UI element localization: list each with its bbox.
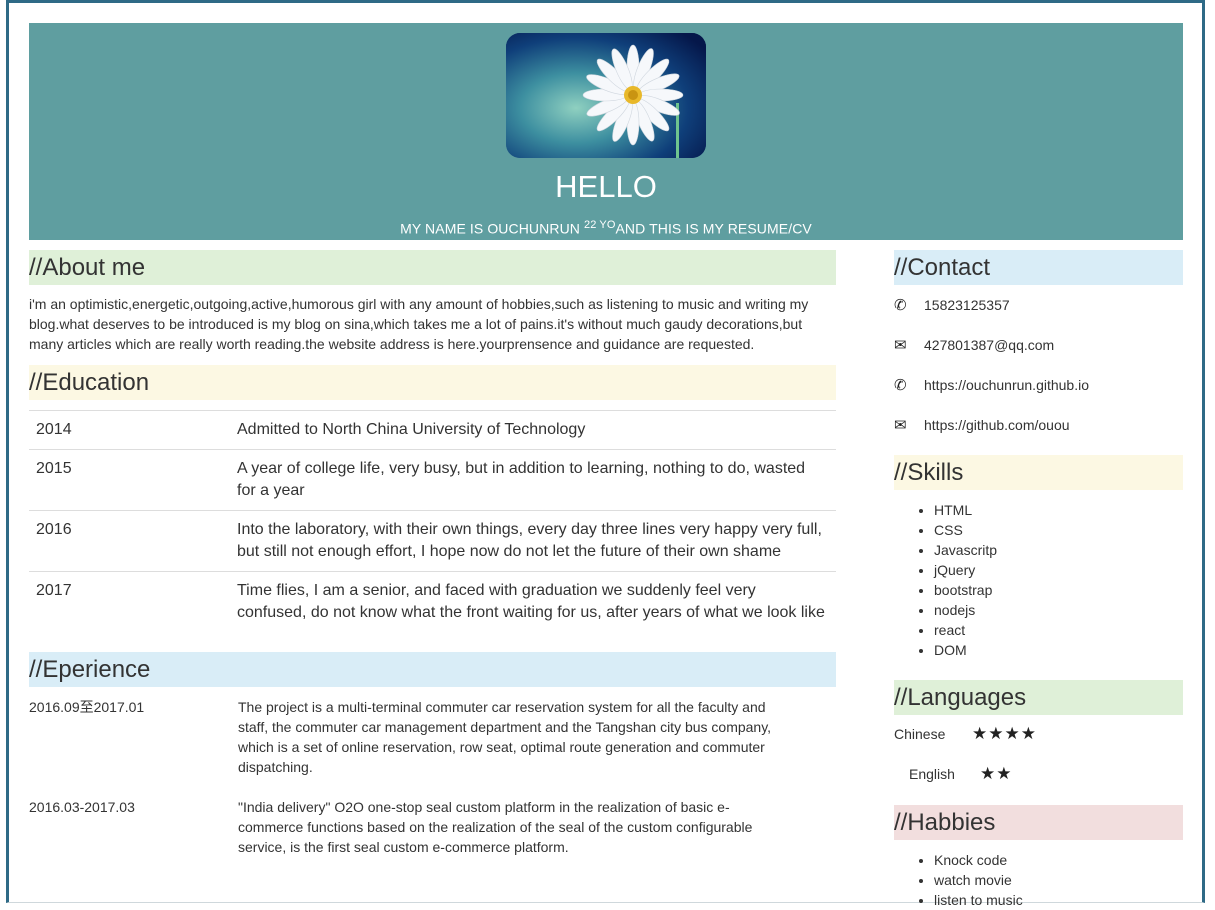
education-table: 2014 Admitted to North China University … bbox=[29, 410, 836, 632]
list-item: listen to music bbox=[934, 890, 1023, 910]
skills-list: HTML CSS Javascritp jQuery bootstrap nod… bbox=[894, 500, 997, 660]
list-item: jQuery bbox=[934, 560, 997, 580]
list-item: watch movie bbox=[934, 870, 1023, 890]
subtitle-suffix: AND THIS IS MY RESUME/CV bbox=[615, 220, 812, 237]
list-item: nodejs bbox=[934, 600, 997, 620]
edu-text: Time flies, I am a senior, and faced wit… bbox=[230, 571, 836, 632]
edu-text: Admitted to North China University of Te… bbox=[230, 410, 836, 450]
language-row-chinese: Chinese ★★★★ bbox=[894, 724, 1037, 744]
list-item: DOM bbox=[934, 640, 997, 660]
contact-github: ✉ https://github.com/ouou bbox=[894, 415, 1070, 435]
languages-heading: //Languages bbox=[894, 680, 1183, 715]
experience-heading: //Eperience bbox=[29, 652, 836, 687]
table-row: 2015 A year of college life, very busy, … bbox=[29, 449, 836, 511]
envelope-icon: ✉ bbox=[894, 337, 907, 354]
hobbies-heading: //Habbies bbox=[894, 805, 1183, 840]
edu-year: 2016 bbox=[29, 510, 230, 572]
about-heading: //About me bbox=[29, 250, 836, 285]
experience-description: The project is a multi-terminal commuter… bbox=[238, 699, 772, 775]
star-rating-icon: ★★ bbox=[980, 764, 1013, 783]
edu-year: 2017 bbox=[29, 571, 230, 632]
header-banner: HELLO MY NAME IS OUCHUNRUN 22 YOAND THIS… bbox=[29, 23, 1183, 240]
list-item: CSS bbox=[934, 520, 997, 540]
phone-icon: ✆ bbox=[894, 297, 907, 314]
list-item: 2016.03-2017.03 "India delivery" O2O one… bbox=[29, 797, 789, 857]
contact-text: https://ouchunrun.github.io bbox=[924, 377, 1090, 393]
phone-icon: ✆ bbox=[894, 377, 907, 394]
contact-email: ✉ 427801387@qq.com bbox=[894, 335, 1054, 355]
language-row-english: English ★★ bbox=[909, 764, 1012, 784]
subtitle-prefix: MY NAME IS OUCHUNRUN bbox=[400, 220, 584, 237]
table-row: 2014 Admitted to North China University … bbox=[29, 410, 836, 450]
language-name: Chinese bbox=[894, 726, 946, 742]
edu-text: A year of college life, very busy, but i… bbox=[230, 449, 836, 511]
about-text: i'm an optimistic,energetic,outgoing,act… bbox=[29, 296, 809, 352]
list-item: Javascritp bbox=[934, 540, 997, 560]
daisy-flower-icon bbox=[506, 33, 706, 158]
education-heading: //Education bbox=[29, 365, 836, 400]
list-item: bootstrap bbox=[934, 580, 997, 600]
table-row: 2016 Into the laboratory, with their own… bbox=[29, 510, 836, 572]
language-name: English bbox=[909, 766, 955, 782]
avatar bbox=[506, 33, 706, 158]
age-superscript: 22 YO bbox=[583, 219, 616, 231]
list-item: 2016.09至2017.01 The project is a multi-t… bbox=[29, 697, 789, 777]
star-rating-icon: ★★★★ bbox=[972, 724, 1037, 743]
list-item: HTML bbox=[934, 500, 997, 520]
experience-description: "India delivery" O2O one-stop seal custo… bbox=[238, 799, 753, 855]
experience-date: 2016.03-2017.03 bbox=[29, 799, 135, 815]
edu-text: Into the laboratory, with their own thin… bbox=[230, 510, 836, 572]
contact-phone: ✆ 15823125357 bbox=[894, 295, 1010, 315]
list-item: Knock code bbox=[934, 850, 1023, 870]
edu-year: 2015 bbox=[29, 449, 230, 511]
edu-year: 2014 bbox=[29, 410, 230, 450]
header-subtitle: MY NAME IS OUCHUNRUN 22 YOAND THIS IS MY… bbox=[29, 219, 1183, 237]
contact-heading: //Contact bbox=[894, 250, 1183, 285]
skills-heading: //Skills bbox=[894, 455, 1183, 490]
contact-website: ✆ https://ouchunrun.github.io bbox=[894, 375, 1089, 395]
experience-date: 2016.09至2017.01 bbox=[29, 699, 145, 715]
contact-text: 427801387@qq.com bbox=[924, 337, 1055, 353]
page-title: HELLO bbox=[555, 169, 657, 204]
list-item: react bbox=[934, 620, 997, 640]
table-row: 2017 Time flies, I am a senior, and face… bbox=[29, 571, 836, 632]
hobbies-list: Knock code watch movie listen to music bbox=[894, 850, 1023, 910]
contact-text: https://github.com/ouou bbox=[924, 417, 1070, 433]
envelope-icon: ✉ bbox=[894, 417, 907, 434]
contact-text: 15823125357 bbox=[924, 297, 1010, 313]
